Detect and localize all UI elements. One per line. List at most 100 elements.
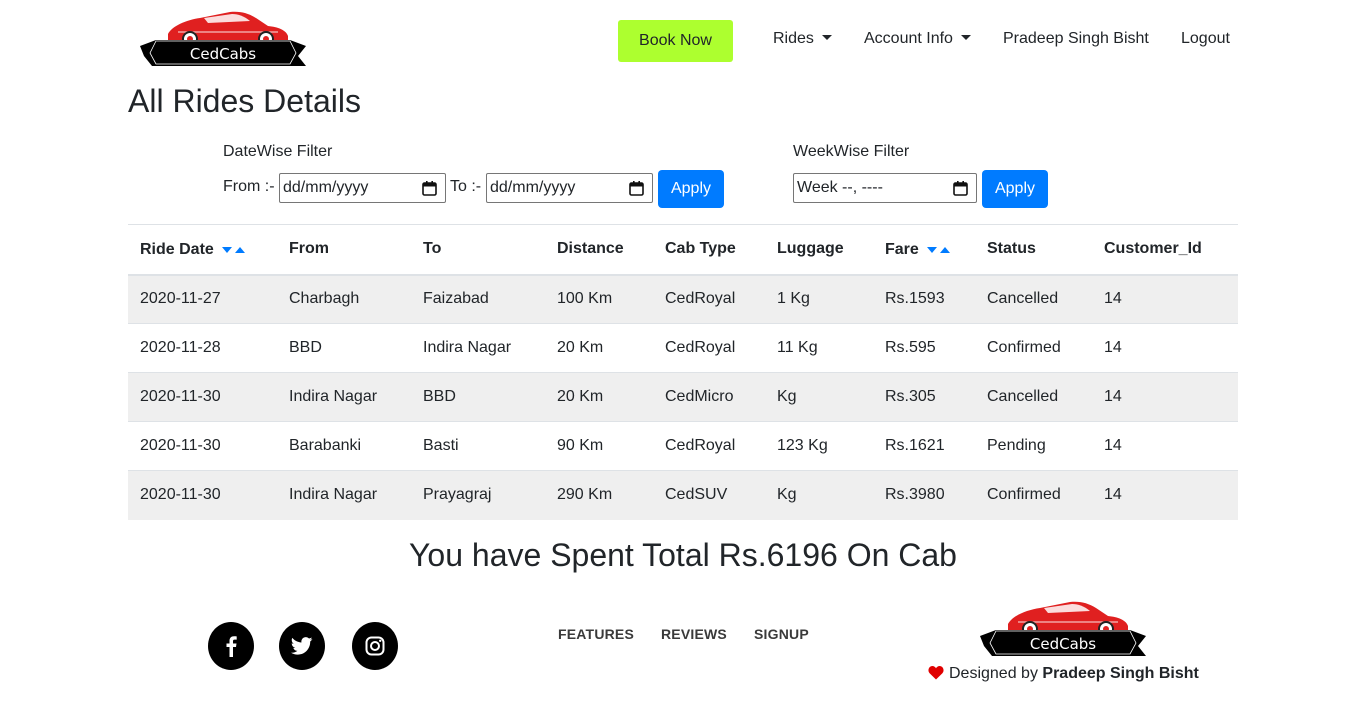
sort-desc-icon[interactable]	[222, 246, 233, 253]
fare-cell: Rs.1621	[873, 421, 975, 471]
from-cell: Indira Nagar	[277, 470, 411, 520]
facebook-link[interactable]	[208, 622, 254, 670]
status-cell: Cancelled	[975, 372, 1092, 422]
from-date-value: dd/mm/yyyy	[283, 179, 369, 196]
customer-id-cell: 14	[1092, 372, 1238, 422]
table-row: 2020-11-30 Barabanki Basti 90 Km CedRoya…	[128, 421, 1238, 471]
weekwise-apply-button[interactable]: Apply	[982, 170, 1048, 208]
column-header-from: From	[277, 224, 411, 276]
book-now-button[interactable]: Book Now	[618, 20, 733, 62]
from-cell: Barabanki	[277, 421, 411, 471]
table-row: 2020-11-30 Indira Nagar BBD 20 Km CedMic…	[128, 372, 1238, 422]
footer-link-signup[interactable]: SIGNUP	[754, 626, 809, 642]
sort-desc-icon[interactable]	[927, 246, 938, 253]
luggage-cell: Kg	[765, 470, 873, 520]
fare-cell: Rs.595	[873, 323, 975, 373]
from-cell: Charbagh	[277, 274, 411, 324]
footer-link-reviews[interactable]: REVIEWS	[661, 626, 727, 642]
cab-type-cell: CedSUV	[653, 470, 765, 520]
to-cell: BBD	[411, 372, 545, 422]
instagram-icon	[365, 636, 385, 656]
from-cell: Indira Nagar	[277, 372, 411, 422]
distance-cell: 90 Km	[545, 421, 653, 471]
sort-asc-icon[interactable]	[235, 246, 246, 253]
distance-cell: 290 Km	[545, 470, 653, 520]
twitter-icon	[291, 637, 313, 655]
luggage-cell: 11 Kg	[765, 323, 873, 373]
to-cell: Faizabad	[411, 274, 545, 324]
status-cell: Pending	[975, 421, 1092, 471]
week-value: Week --, ----	[797, 179, 883, 196]
from-date-input[interactable]: dd/mm/yyyy	[279, 173, 446, 203]
distance-cell: 20 Km	[545, 372, 653, 422]
twitter-link[interactable]	[279, 622, 325, 670]
footer-brand-name: CedCabs	[1030, 635, 1096, 653]
customer-id-cell: 14	[1092, 323, 1238, 373]
car-logo-icon: CedCabs	[978, 596, 1148, 658]
cab-type-cell: CedRoyal	[653, 323, 765, 373]
sort-asc-icon[interactable]	[940, 246, 951, 253]
ride-date-cell: 2020-11-30	[128, 372, 277, 422]
total-spent-text: You have Spent Total Rs.6196 On Cab	[409, 537, 957, 573]
ride-date-cell: 2020-11-27	[128, 274, 277, 324]
designed-by-prefix: Designed by	[949, 665, 1038, 682]
rides-table: Ride Date From To Distance Cab Type Lugg…	[128, 224, 1238, 520]
column-header-distance: Distance	[545, 224, 653, 276]
calendar-icon[interactable]	[422, 180, 437, 196]
customer-id-cell: 14	[1092, 274, 1238, 324]
datewise-apply-button[interactable]: Apply	[658, 170, 724, 208]
column-header-cab-type: Cab Type	[653, 224, 765, 276]
calendar-icon[interactable]	[629, 180, 644, 196]
luggage-cell: 1 Kg	[765, 274, 873, 324]
caret-down-icon	[960, 35, 971, 40]
to-cell: Basti	[411, 421, 545, 471]
fare-cell: Rs.305	[873, 372, 975, 422]
table-row: 2020-11-30 Indira Nagar Prayagraj 290 Km…	[128, 470, 1238, 520]
to-date-input[interactable]: dd/mm/yyyy	[486, 173, 653, 203]
table-row: 2020-11-27 Charbagh Faizabad 100 Km CedR…	[128, 274, 1238, 324]
calendar-icon[interactable]	[953, 180, 968, 196]
to-label: To :-	[450, 178, 482, 195]
from-cell: BBD	[277, 323, 411, 373]
brand-logo[interactable]: CedCabs	[138, 6, 308, 68]
user-name-link[interactable]: Pradeep Singh Bisht	[1003, 30, 1149, 48]
weekwise-filter-title: WeekWise Filter	[793, 143, 910, 160]
to-cell: Prayagraj	[411, 470, 545, 520]
status-cell: Confirmed	[975, 470, 1092, 520]
brand-name: CedCabs	[190, 45, 256, 63]
footer-link-features[interactable]: FEATURES	[558, 626, 634, 642]
logout-link[interactable]: Logout	[1181, 30, 1230, 48]
footer-brand-logo[interactable]: CedCabs	[978, 596, 1148, 658]
page-title: All Rides Details	[128, 83, 361, 119]
designer-name: Pradeep Singh Bisht	[1042, 665, 1199, 682]
cab-type-cell: CedRoyal	[653, 274, 765, 324]
to-cell: Indira Nagar	[411, 323, 545, 373]
status-cell: Confirmed	[975, 323, 1092, 373]
ride-date-cell: 2020-11-30	[128, 421, 277, 471]
instagram-link[interactable]	[352, 622, 398, 670]
table-row: 2020-11-28 BBD Indira Nagar 20 Km CedRoy…	[128, 323, 1238, 373]
table-header-row: Ride Date From To Distance Cab Type Lugg…	[128, 224, 1238, 276]
luggage-cell: Kg	[765, 372, 873, 422]
rides-dropdown[interactable]: Rides	[773, 30, 832, 48]
navbar: CedCabs Book Now Rides Account Info Prad…	[0, 0, 1366, 80]
sort-icons[interactable]	[927, 240, 953, 258]
status-cell: Cancelled	[975, 274, 1092, 324]
account-info-label: Account Info	[864, 30, 953, 47]
cab-type-cell: CedRoyal	[653, 421, 765, 471]
caret-down-icon	[821, 35, 832, 40]
facebook-icon	[226, 636, 237, 657]
column-header-fare[interactable]: Fare	[873, 224, 975, 276]
sort-icons[interactable]	[222, 240, 248, 258]
week-input[interactable]: Week --, ----	[793, 173, 977, 203]
column-header-ride-date[interactable]: Ride Date	[128, 224, 277, 276]
datewise-filter-title: DateWise Filter	[223, 143, 333, 160]
luggage-cell: 123 Kg	[765, 421, 873, 471]
ride-date-cell: 2020-11-28	[128, 323, 277, 373]
heart-icon	[928, 666, 944, 680]
column-header-status: Status	[975, 224, 1092, 276]
fare-cell: Rs.1593	[873, 274, 975, 324]
account-info-dropdown[interactable]: Account Info	[864, 30, 971, 48]
distance-cell: 20 Km	[545, 323, 653, 373]
ride-date-cell: 2020-11-30	[128, 470, 277, 520]
